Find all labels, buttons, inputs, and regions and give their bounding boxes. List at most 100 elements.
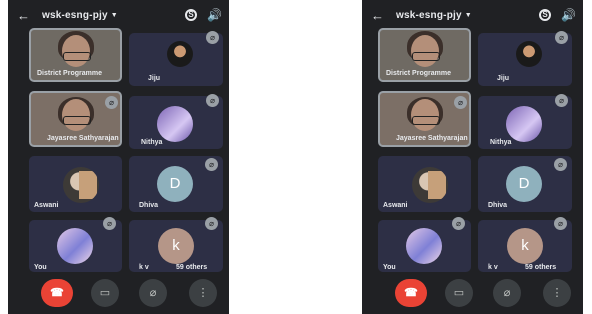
camera-toggle-button[interactable]: ▭ [91,279,119,307]
avatar: k [507,228,543,264]
mic-off-icon: ⌀ [503,287,511,299]
participant-name: Jayasree Sathyarajan [396,135,468,142]
participant-tile-dhiva[interactable]: D Dhiva ⌀ [129,156,223,212]
participant-tile-district-programme[interactable]: District Programme [29,28,122,82]
participant-name: Jayasree Sathyarajan [47,135,119,142]
avatar-image [428,171,446,199]
avatar [406,228,442,264]
meeting-title[interactable]: wsk-esng-pjy ▼ [42,10,118,21]
mic-off-icon: ⌀ [149,287,157,299]
participant-tile-kv[interactable]: k k v 59 others ⌀ [129,217,223,272]
chevron-down-icon: ▼ [464,12,472,19]
participant-tile-kv[interactable]: k k v 59 others ⌀ [478,217,572,272]
glasses-icon [411,115,440,125]
avatar: D [157,166,193,202]
participant-name: District Programme [37,70,102,77]
camera-toggle-button[interactable]: ▭ [445,279,473,307]
avatar [167,41,193,67]
avatar [63,167,99,203]
end-call-button[interactable]: ☎ [41,279,73,307]
call-controls: ☎ ▭ ⌀ ⋮ [362,274,583,314]
video-off-icon: ▭ [453,287,465,299]
mic-off-icon: ⌀ [554,158,567,171]
participant-tile-nithya[interactable]: Nithya ⌀ [478,94,572,149]
meeting-title-text: wsk-esng-pjy [42,10,108,21]
participant-name: k v [488,264,498,271]
mic-toggle-button[interactable]: ⌀ [493,279,521,307]
mic-off-icon: ⌀ [205,217,218,230]
volume-icon[interactable]: 🔊 [561,8,576,22]
back-arrow-icon[interactable]: ← [17,9,30,23]
avatar-image [79,171,97,199]
participant-tile-jayasree[interactable]: Jayasree Sathyarajan ⌀ [378,91,471,147]
participant-tile-aswani[interactable]: Aswani [29,156,122,212]
glasses-icon [62,115,91,125]
participant-face [61,98,90,131]
participant-name: Nithya [141,139,163,146]
avatar [506,106,542,142]
participant-tile-district-programme[interactable]: District Programme [378,28,471,82]
more-vert-icon: ⋮ [551,287,563,299]
meeting-title[interactable]: wsk-esng-pjy ▼ [396,10,472,21]
participant-name: You [383,264,396,271]
more-vert-icon: ⋮ [197,287,209,299]
call-controls: ☎ ▭ ⌀ ⋮ [8,274,229,314]
participant-name: Dhiva [139,202,159,209]
camera-switch-icon[interactable]: S [539,9,551,21]
volume-icon[interactable]: 🔊 [207,8,222,22]
phone-hangup-icon: ☎ [50,287,64,299]
mic-off-icon: ⌀ [554,217,567,230]
participant-face [410,98,439,131]
camera-switch-icon[interactable]: S [185,9,197,21]
participant-tile-you[interactable]: You ⌀ [378,217,471,272]
participant-tile-jayasree[interactable]: Jayasree Sathyarajan ⌀ [29,91,122,147]
participant-name: Nithya [490,139,512,146]
mic-off-icon: ⌀ [103,217,116,230]
more-options-button[interactable]: ⋮ [189,279,217,307]
participant-name: District Programme [386,70,451,77]
participant-name: Jiju [497,75,510,82]
mic-off-icon: ⌀ [555,31,568,44]
participant-tile-aswani[interactable]: Aswani [378,156,471,212]
avatar: k [158,228,194,264]
participant-tile-nithya[interactable]: Nithya ⌀ [129,94,223,149]
participant-tile-dhiva[interactable]: D Dhiva ⌀ [478,156,572,212]
mic-toggle-button[interactable]: ⌀ [139,279,167,307]
participant-name: Jiju [148,75,161,82]
mic-off-icon: ⌀ [205,158,218,171]
avatar [412,167,448,203]
participant-name: Aswani [383,202,408,209]
participant-name: Dhiva [488,202,508,209]
participant-name: Aswani [34,202,59,209]
participant-name: k v [139,264,149,271]
glasses-icon [62,52,91,61]
phone-screen-right: ← wsk-esng-pjy ▼ S 🔊 District Programme J… [362,0,583,314]
participant-face [61,35,90,67]
mic-off-icon: ⌀ [206,94,219,107]
mic-off-icon: ⌀ [452,217,465,230]
participant-tile-jiju[interactable]: Jiju ⌀ [129,31,223,86]
phone-hangup-icon: ☎ [404,287,418,299]
avatar: D [506,166,542,202]
mic-off-icon: ⌀ [454,96,467,109]
glasses-icon [411,52,440,61]
mic-off-icon: ⌀ [206,31,219,44]
end-call-button[interactable]: ☎ [395,279,427,307]
back-arrow-icon[interactable]: ← [371,9,384,23]
more-options-button[interactable]: ⋮ [543,279,571,307]
mic-off-icon: ⌀ [555,94,568,107]
mic-off-icon: ⌀ [105,96,118,109]
others-count[interactable]: 59 others [525,264,556,271]
avatar [57,228,93,264]
participant-name: You [34,264,47,271]
participant-face [410,35,439,67]
meeting-title-text: wsk-esng-pjy [396,10,462,21]
participant-tile-jiju[interactable]: Jiju ⌀ [478,31,572,86]
avatar [516,41,542,67]
phone-screen-left: ← wsk-esng-pjy ▼ S 🔊 District Programme J… [8,0,229,314]
video-off-icon: ▭ [99,287,111,299]
participant-tile-you[interactable]: You ⌀ [29,217,122,272]
chevron-down-icon: ▼ [110,12,118,19]
others-count[interactable]: 59 others [176,264,207,271]
avatar [157,106,193,142]
